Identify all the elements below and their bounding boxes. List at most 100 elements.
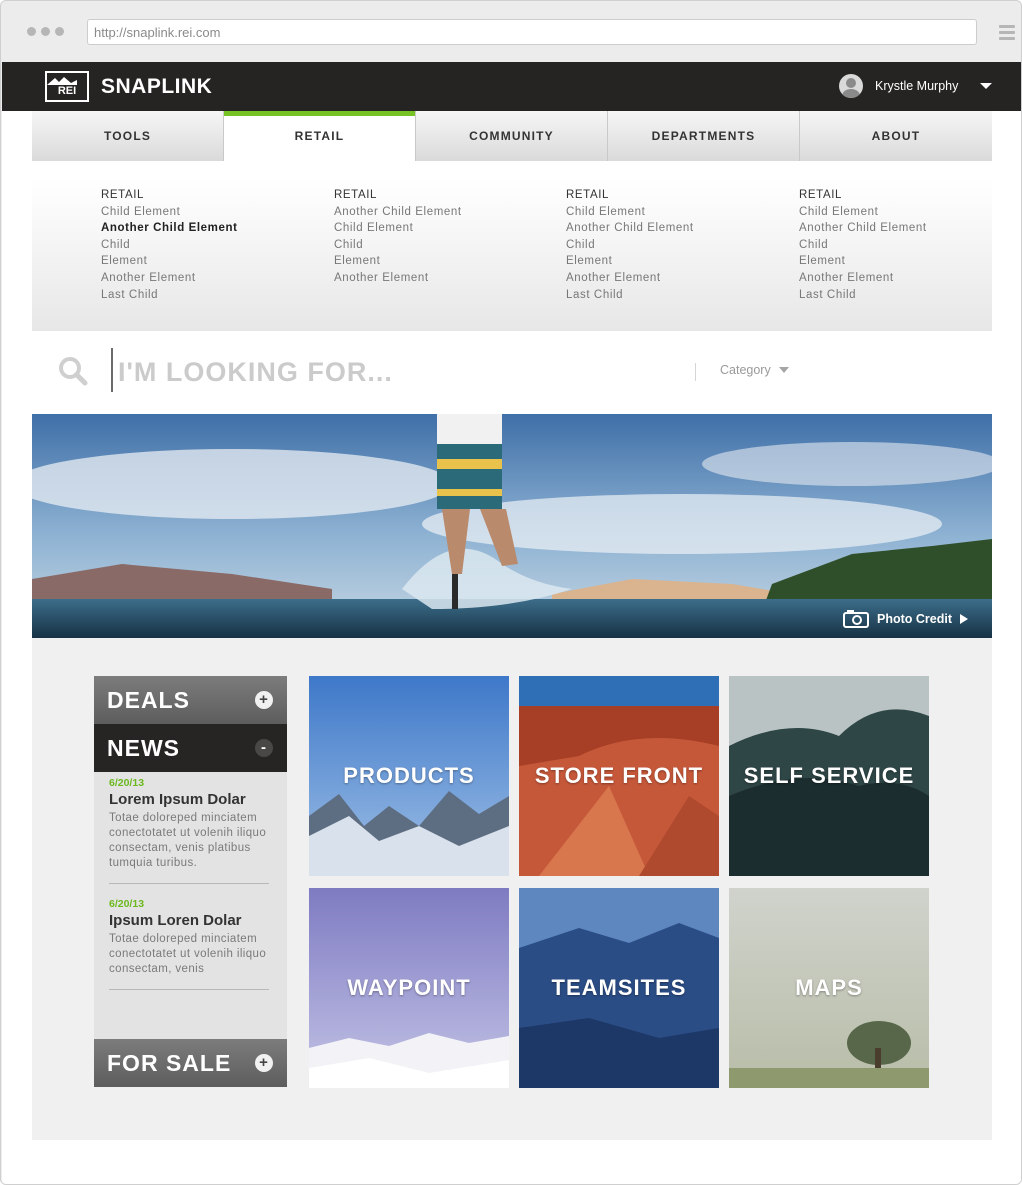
search-cursor — [111, 348, 113, 392]
mega-item[interactable]: Element — [799, 253, 927, 270]
window-controls[interactable] — [27, 27, 64, 36]
tile-label[interactable]: STORE FRONT — [535, 763, 703, 789]
news-title[interactable]: Lorem Ipsum Dolar — [109, 790, 269, 809]
mountain-logo-icon — [47, 77, 77, 85]
tile-label[interactable]: SELF SERVICE — [744, 763, 915, 789]
search-icon[interactable] — [58, 356, 88, 386]
mega-heading: RETAIL — [101, 189, 145, 201]
mega-item[interactable]: Child Element — [334, 220, 462, 237]
mega-item[interactable]: Another Child Element — [334, 204, 462, 221]
news-date: 6/20/13 — [109, 777, 145, 789]
content-area: DEALS + NEWS - 6/20/13 Lorem Ipsum Dolar… — [32, 638, 992, 1140]
mega-column-4: RETAIL Child Element Another Child Eleme… — [799, 187, 927, 303]
collapse-minus-icon[interactable]: - — [255, 739, 273, 757]
maximize-dot[interactable] — [55, 27, 64, 36]
news-item[interactable]: 6/20/13 Ipsum Loren Dolar Totae dolorepe… — [109, 898, 269, 990]
mega-item[interactable]: Child — [799, 237, 927, 254]
tile-waypoint[interactable]: WAYPOINT — [309, 888, 509, 1088]
tile-label[interactable]: MAPS — [795, 975, 863, 1001]
news-text: Totae doloreped minciatem conectotatet u… — [109, 933, 267, 975]
accordion-news[interactable]: NEWS - — [94, 724, 287, 772]
tile-store-front[interactable]: STORE FRONT — [519, 676, 719, 876]
mega-item[interactable]: Element — [101, 253, 238, 270]
mega-column-2: RETAIL Another Child Element Child Eleme… — [334, 187, 462, 287]
news-list: 6/20/13 Lorem Ipsum Dolar Totae dolorepe… — [109, 777, 269, 1039]
close-dot[interactable] — [27, 27, 36, 36]
brand-name[interactable]: SNAPLINK — [101, 75, 212, 99]
tab-tools[interactable]: TOOLS — [32, 111, 224, 161]
news-text: Totae doloreped minciatem conectotatet u… — [109, 812, 267, 869]
divider — [695, 363, 696, 381]
user-name[interactable]: Krystle Murphy — [875, 79, 958, 93]
rei-logo[interactable]: REI — [45, 71, 89, 102]
chevron-down-icon[interactable] — [778, 367, 789, 373]
mega-item[interactable]: Element — [566, 253, 694, 270]
mega-item[interactable]: Another Element — [101, 270, 238, 287]
photo-credit-label[interactable]: Photo Credit — [877, 612, 952, 626]
expand-plus-icon[interactable]: + — [255, 1054, 273, 1072]
mega-item-active[interactable]: Another Child Element — [101, 220, 238, 237]
news-item[interactable]: 6/20/13 Lorem Ipsum Dolar Totae dolorepe… — [109, 777, 269, 884]
main-nav: TOOLS RETAIL COMMUNITY DEPARTMENTS ABOUT — [32, 111, 992, 161]
tab-retail[interactable]: RETAIL — [224, 111, 416, 161]
news-date: 6/20/13 — [109, 898, 145, 910]
for-sale-label[interactable]: FOR SALE — [107, 1050, 231, 1076]
search-bar: Category — [32, 342, 992, 402]
mega-item[interactable]: Child Element — [566, 204, 694, 221]
browser-toolbar: http://snaplink.rei.com — [1, 1, 1021, 62]
mega-item[interactable]: Child — [334, 237, 462, 254]
page: REI SNAPLINK Krystle Murphy TOOLS RETAIL… — [2, 62, 1021, 1184]
accordion-deals[interactable]: DEALS + — [94, 676, 287, 724]
tile-products[interactable]: PRODUCTS — [309, 676, 509, 876]
tile-self-service[interactable]: SELF SERVICE — [729, 676, 929, 876]
mega-item[interactable]: Another Element — [799, 270, 927, 287]
news-label[interactable]: NEWS — [107, 735, 180, 761]
deals-label[interactable]: DEALS — [107, 687, 190, 713]
mega-item[interactable]: Another Child Element — [799, 220, 927, 237]
tab-about[interactable]: ABOUT — [800, 111, 992, 161]
mega-heading: RETAIL — [799, 189, 843, 201]
tile-label[interactable]: WAYPOINT — [347, 975, 470, 1001]
tab-departments[interactable]: DEPARTMENTS — [608, 111, 800, 161]
mega-item[interactable]: Child Element — [101, 204, 238, 221]
news-title[interactable]: Ipsum Loren Dolar — [109, 911, 269, 930]
category-label[interactable]: Category — [720, 363, 771, 377]
expand-plus-icon[interactable]: + — [255, 691, 273, 709]
mega-item[interactable]: Another Element — [334, 270, 462, 287]
tile-label[interactable]: PRODUCTS — [343, 763, 474, 789]
mega-item[interactable]: Another Child Element — [566, 220, 694, 237]
avatar[interactable] — [839, 74, 863, 98]
play-arrow-icon — [960, 614, 968, 624]
category-dropdown[interactable]: Category — [720, 363, 789, 377]
hamburger-menu-icon[interactable] — [999, 25, 1015, 43]
mega-item[interactable]: Child — [101, 237, 238, 254]
mega-heading: RETAIL — [566, 189, 610, 201]
search-input[interactable] — [118, 352, 678, 392]
mega-heading: RETAIL — [334, 189, 378, 201]
tile-label[interactable]: TEAMSITES — [552, 975, 687, 1001]
top-bar: REI SNAPLINK Krystle Murphy — [2, 62, 1021, 111]
photo-credit-link[interactable]: Photo Credit — [843, 610, 968, 628]
hero-image — [32, 414, 992, 638]
mega-item[interactable]: Child — [566, 237, 694, 254]
mega-column-3: RETAIL Child Element Another Child Eleme… — [566, 187, 694, 303]
accordion-for-sale[interactable]: FOR SALE + — [94, 1039, 287, 1087]
mega-item[interactable]: Element — [334, 253, 462, 270]
accordion-panel: DEALS + NEWS - 6/20/13 Lorem Ipsum Dolar… — [94, 676, 287, 1087]
tile-teamsites[interactable]: TEAMSITES — [519, 888, 719, 1088]
chevron-down-icon[interactable] — [980, 83, 993, 89]
tab-community[interactable]: COMMUNITY — [416, 111, 608, 161]
mega-item[interactable]: Last Child — [799, 287, 927, 304]
mega-item[interactable]: Child Element — [799, 204, 927, 221]
mega-item[interactable]: Last Child — [566, 287, 694, 304]
tile-maps[interactable]: MAPS — [729, 888, 929, 1088]
user-menu[interactable]: Krystle Murphy — [839, 74, 993, 98]
mega-column-1: RETAIL Child Element Another Child Eleme… — [101, 187, 238, 303]
browser-window: http://snaplink.rei.com REI SNAPLINK Kry… — [0, 0, 1022, 1185]
camera-icon — [843, 610, 869, 628]
hero-banner: Photo Credit — [32, 414, 992, 638]
minimize-dot[interactable] — [41, 27, 50, 36]
mega-item[interactable]: Last Child — [101, 287, 238, 304]
mega-item[interactable]: Another Element — [566, 270, 694, 287]
address-bar[interactable]: http://snaplink.rei.com — [87, 19, 977, 45]
